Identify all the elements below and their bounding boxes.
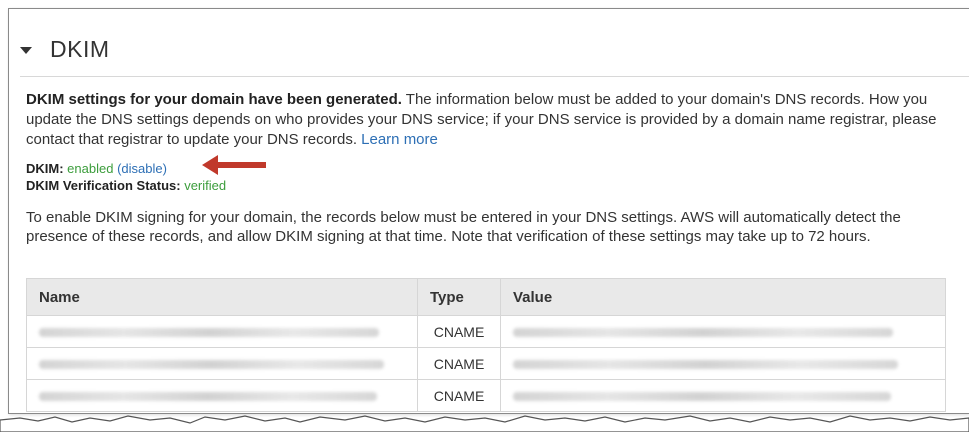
section-header[interactable]: DKIM <box>20 36 110 63</box>
annotation-arrow-icon <box>202 155 266 175</box>
dns-records-table: Name Type Value CNAME CNAME CNAME <box>26 278 946 412</box>
intro-paragraph: DKIM settings for your domain have been … <box>26 90 961 150</box>
column-header-value: Value <box>500 278 946 316</box>
section-title: DKIM <box>50 36 110 62</box>
torn-edge <box>0 415 969 432</box>
dkim-status: DKIM: enabled (disable) DKIM Verificatio… <box>26 160 226 194</box>
record-name-redacted <box>26 347 418 380</box>
table-row: CNAME <box>26 379 946 412</box>
verification-value: verified <box>184 178 227 193</box>
divider <box>20 76 969 77</box>
disable-link[interactable]: disable <box>121 161 162 176</box>
record-type: CNAME <box>417 315 501 348</box>
instructions-paragraph: To enable DKIM signing for your domain, … <box>26 209 901 245</box>
dkim-label: DKIM: <box>26 161 64 176</box>
intro-bold: DKIM settings for your domain have been … <box>26 91 402 108</box>
table-row: CNAME <box>26 315 946 348</box>
record-name-redacted <box>26 315 418 348</box>
column-header-type: Type <box>417 278 501 316</box>
dkim-enabled-value: enabled <box>67 161 114 176</box>
verification-label: DKIM Verification Status: <box>26 178 181 193</box>
record-value-redacted <box>500 379 946 412</box>
record-type: CNAME <box>417 379 501 412</box>
disable-paren-close: ) <box>162 161 167 176</box>
record-value-redacted <box>500 315 946 348</box>
record-value-redacted <box>500 347 946 380</box>
record-name-redacted <box>26 379 418 412</box>
learn-more-link[interactable]: Learn more <box>361 131 438 148</box>
column-header-name: Name <box>26 278 418 316</box>
record-type: CNAME <box>417 347 501 380</box>
table-header-row: Name Type Value <box>26 278 946 316</box>
caret-down-icon[interactable] <box>20 47 32 54</box>
table-row: CNAME <box>26 347 946 380</box>
